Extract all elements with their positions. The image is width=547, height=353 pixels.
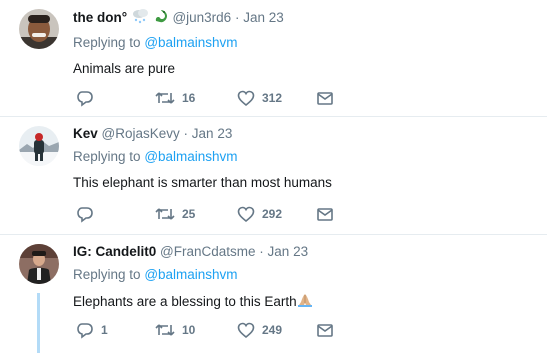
like-count: 312 <box>262 91 283 105</box>
heart-icon <box>237 90 255 107</box>
retweet-count: 25 <box>182 207 196 221</box>
tweet-text: This elephant is smarter than most human… <box>73 175 332 190</box>
direct-message-button[interactable] <box>316 321 334 339</box>
direct-message-icon <box>317 92 333 105</box>
direct-message-icon <box>317 324 333 337</box>
avatar[interactable] <box>19 244 59 284</box>
retweet-button[interactable]: 10 <box>155 321 195 339</box>
tweet-text-row: Elephants are a blessing to this Earth <box>73 292 537 313</box>
reply-icon <box>77 207 93 223</box>
replying-to: Replying to @balmainshvm <box>73 34 537 52</box>
direct-message-button[interactable] <box>316 89 334 107</box>
separator: · <box>259 244 264 259</box>
direct-message-button[interactable] <box>316 205 334 223</box>
tweet-header: the don° @jun3rd6 · Jan 23 <box>73 8 537 29</box>
display-name[interactable]: the don° <box>73 10 127 25</box>
heart-icon <box>237 206 255 223</box>
timestamp[interactable]: Jan 23 <box>192 126 233 141</box>
separator: · <box>234 10 240 26</box>
tweet-header: IG: Candelit0 @FranCdatsme · Jan 23 <box>73 243 537 261</box>
tweet-header: Kev @RojasKevy · Jan 23 <box>73 125 537 143</box>
handle[interactable]: @RojasKevy <box>102 126 180 141</box>
mention-link[interactable]: @balmainshvm <box>144 267 237 282</box>
tweet-actions: 25 292 <box>76 205 356 223</box>
replying-to: Replying to @balmainshvm <box>73 148 537 166</box>
retweet-icon <box>155 324 175 336</box>
handle[interactable]: @jun3rd6 <box>172 10 231 25</box>
like-button[interactable]: 292 <box>237 205 282 223</box>
replying-to-label: Replying to <box>73 267 141 282</box>
tweet[interactable]: Kev @RojasKevy · Jan 23 Replying to @bal… <box>0 117 547 235</box>
like-count: 249 <box>262 323 283 337</box>
tweet-text: Elephants are a blessing to this Earth <box>73 294 297 310</box>
heart-icon <box>237 322 255 339</box>
avatar[interactable] <box>19 126 59 166</box>
timestamp[interactable]: Jan 23 <box>243 10 284 25</box>
tweet[interactable]: the don° @jun3rd6 · Jan 23 Replying to @… <box>0 0 547 117</box>
mention-link[interactable]: @balmainshvm <box>144 35 237 50</box>
retweet-button[interactable]: 16 <box>155 89 195 107</box>
retweet-icon <box>155 208 175 220</box>
like-button[interactable]: 249 <box>237 321 282 339</box>
retweet-button[interactable]: 25 <box>155 205 195 223</box>
tweet-actions: 1 10 249 <box>76 321 356 339</box>
retweet-count: 16 <box>182 91 196 105</box>
praying-hands-emoji <box>297 292 313 313</box>
mention-link[interactable]: @balmainshvm <box>144 149 237 164</box>
timestamp[interactable]: Jan 23 <box>268 244 309 259</box>
tweet-text: Animals are pure <box>73 61 176 76</box>
direct-message-icon <box>317 208 333 221</box>
handle[interactable]: @FranCdatsme <box>160 244 255 259</box>
reply-button[interactable] <box>76 205 101 223</box>
reply-icon <box>77 323 93 339</box>
thread-line <box>37 293 40 353</box>
snow-cloud-emoji <box>131 8 149 29</box>
replying-to-label: Replying to <box>73 35 141 50</box>
separator: · <box>183 126 189 141</box>
dragon-emoji <box>153 8 169 29</box>
display-name[interactable]: IG: Candelit0 <box>73 244 156 259</box>
like-button[interactable]: 312 <box>237 89 282 107</box>
replying-to: Replying to @balmainshvm <box>73 266 537 284</box>
reply-count: 1 <box>101 323 108 337</box>
display-name[interactable]: Kev <box>73 126 98 141</box>
replying-to-label: Replying to <box>73 149 141 164</box>
tweet[interactable]: IG: Candelit0 @FranCdatsme · Jan 23 Repl… <box>0 235 547 353</box>
tweet-actions: 16 312 <box>76 89 356 107</box>
retweet-icon <box>155 92 175 104</box>
reply-button[interactable]: 1 <box>76 321 108 339</box>
reply-icon <box>77 91 93 107</box>
retweet-count: 10 <box>182 323 196 337</box>
avatar[interactable] <box>19 9 59 49</box>
reply-button[interactable] <box>76 89 101 107</box>
like-count: 292 <box>262 207 283 221</box>
